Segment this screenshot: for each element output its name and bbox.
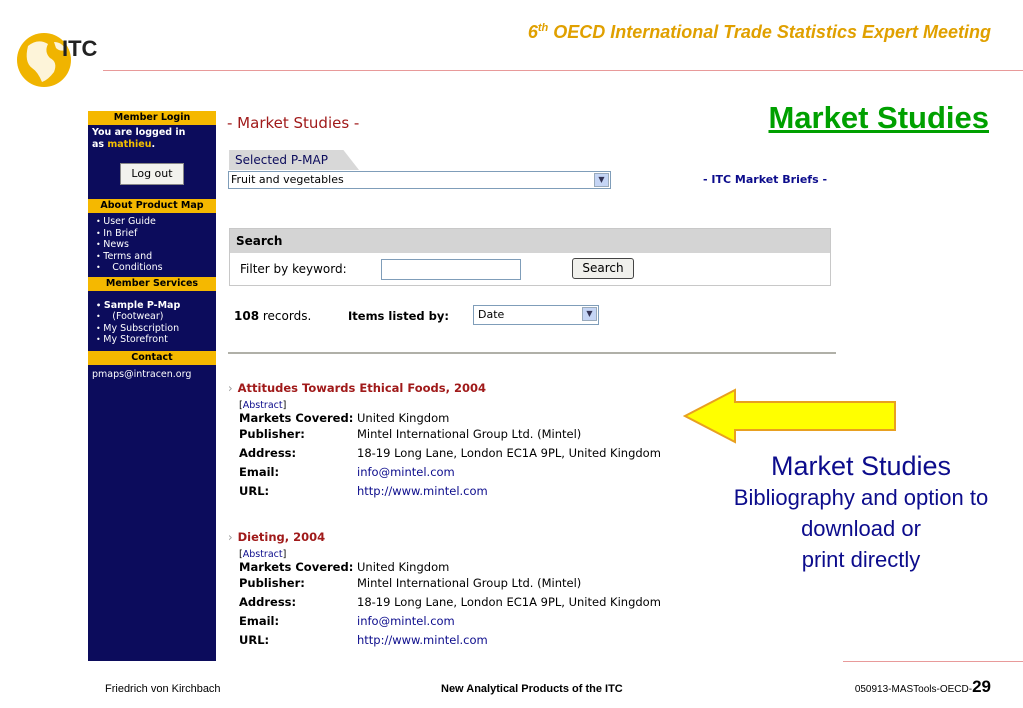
callout-line: print directly [801, 547, 921, 572]
itc-logo: ITC [17, 33, 98, 87]
address-value: 18-19 Long Lane, London EC1A 9PL, United… [357, 446, 661, 460]
email-label: Email: [239, 614, 280, 628]
sidebar-item-footwear[interactable]: (Footwear) [96, 311, 212, 323]
itc-market-briefs-link[interactable]: - ITC Market Briefs - [703, 173, 827, 186]
abstract-link[interactable]: [Abstract] [239, 400, 708, 411]
pmap-select[interactable]: Fruit and vegetables ▼ [228, 171, 611, 189]
sidebar-item-my-subscription[interactable]: My Subscription [96, 323, 212, 335]
email-link[interactable]: info@mintel.com [357, 612, 455, 631]
contact-email-link[interactable]: pmaps@intracen.org [88, 365, 216, 383]
footer-reference: 050913-MASTools-OECD-29 [854, 677, 991, 696]
about-product-map-heading: About Product Map [88, 199, 216, 213]
keyword-input[interactable] [381, 259, 521, 280]
callout-line: download or [801, 516, 921, 541]
address-label: Address: [239, 595, 297, 609]
chevron-down-icon[interactable]: ▼ [582, 307, 597, 321]
publisher-label: Publisher: [239, 427, 305, 441]
username: mathieu [107, 139, 152, 150]
address-value: 18-19 Long Lane, London EC1A 9PL, United… [357, 595, 661, 609]
search-heading: Search [230, 229, 830, 253]
callout-title: Market Studies [770, 451, 952, 481]
record-title[interactable]: › Attitudes Towards Ethical Foods, 2004 [228, 381, 708, 395]
chevron-down-icon[interactable]: ▼ [594, 173, 609, 187]
publisher-label: Publisher: [239, 576, 305, 590]
arrow-left-icon [683, 388, 896, 444]
sidebar-item-news[interactable]: News [96, 239, 212, 251]
contact-heading: Contact [88, 350, 216, 365]
markets-label: Markets Covered: [239, 560, 354, 574]
chevron-right-icon: › [228, 530, 233, 544]
services-menu: Sample P-Map (Footwear) My Subscription … [88, 291, 216, 349]
sidebar: Member Login You are logged in as mathie… [88, 111, 216, 661]
sidebar-item-sample-pmap[interactable]: Sample P-Map [96, 300, 212, 312]
about-menu: User Guide In Brief News Terms and Condi… [88, 213, 216, 277]
logout-button[interactable]: Log out [120, 163, 184, 185]
email-label: Email: [239, 465, 280, 479]
publisher-value: Mintel International Group Ltd. (Mintel) [357, 576, 582, 590]
items-listed-label: Items listed by: [348, 309, 449, 323]
url-link[interactable]: http://www.mintel.com [357, 482, 488, 501]
markets-label: Markets Covered: [239, 411, 354, 425]
footer-divider [843, 661, 1023, 662]
slide-title: Market Studies [768, 100, 989, 135]
conference-title: 6th OECD International Trade Statistics … [527, 22, 991, 42]
content-divider [228, 352, 836, 354]
search-button[interactable]: Search [572, 258, 634, 279]
record-title[interactable]: › Dieting, 2004 [228, 530, 708, 544]
url-label: URL: [239, 484, 270, 498]
login-status: You are logged in as mathieu. [92, 127, 186, 150]
sidebar-item-terms[interactable]: Terms and [96, 251, 212, 263]
slide-number: 29 [972, 677, 991, 696]
markets-value: United Kingdom [357, 560, 450, 574]
url-link[interactable]: http://www.mintel.com [357, 631, 488, 650]
footer-author: Friedrich von Kirchbach [105, 683, 221, 695]
member-login-heading: Member Login [88, 111, 216, 125]
sidebar-item-in-brief[interactable]: In Brief [96, 228, 212, 240]
filter-label: Filter by keyword: [240, 262, 347, 276]
publisher-value: Mintel International Group Ltd. (Mintel) [357, 427, 582, 441]
callout-text: Market Studies Bibliography and option t… [700, 450, 1022, 575]
logo-text: ITC [62, 36, 98, 61]
sidebar-item-conditions[interactable]: Conditions [96, 262, 212, 274]
markets-value: United Kingdom [357, 411, 450, 425]
header-divider [103, 70, 1023, 71]
member-services-heading: Member Services [88, 276, 216, 291]
list-item: › Attitudes Towards Ethical Foods, 2004 [… [228, 381, 708, 501]
sidebar-item-my-storefront[interactable]: My Storefront [96, 334, 212, 346]
list-item: › Dieting, 2004 [Abstract] Markets Covere… [228, 530, 708, 650]
tab-selected-pmap[interactable]: Selected P-MAP [229, 150, 359, 170]
address-label: Address: [239, 446, 297, 460]
pmap-select-value: Fruit and vegetables [231, 173, 344, 186]
email-link[interactable]: info@mintel.com [357, 463, 455, 482]
page-heading: - Market Studies - [227, 114, 360, 132]
footer-title: New Analytical Products of the ITC [441, 683, 623, 695]
search-panel: Search Filter by keyword: Search [229, 228, 831, 286]
sort-select-value: Date [478, 308, 505, 321]
abstract-link[interactable]: [Abstract] [239, 549, 708, 560]
url-label: URL: [239, 633, 270, 647]
records-count: 108 records. [234, 309, 312, 323]
chevron-right-icon: › [228, 381, 233, 395]
callout-line: Bibliography and option to [733, 485, 989, 510]
sidebar-item-user-guide[interactable]: User Guide [96, 216, 212, 228]
sort-select[interactable]: Date ▼ [473, 305, 599, 325]
